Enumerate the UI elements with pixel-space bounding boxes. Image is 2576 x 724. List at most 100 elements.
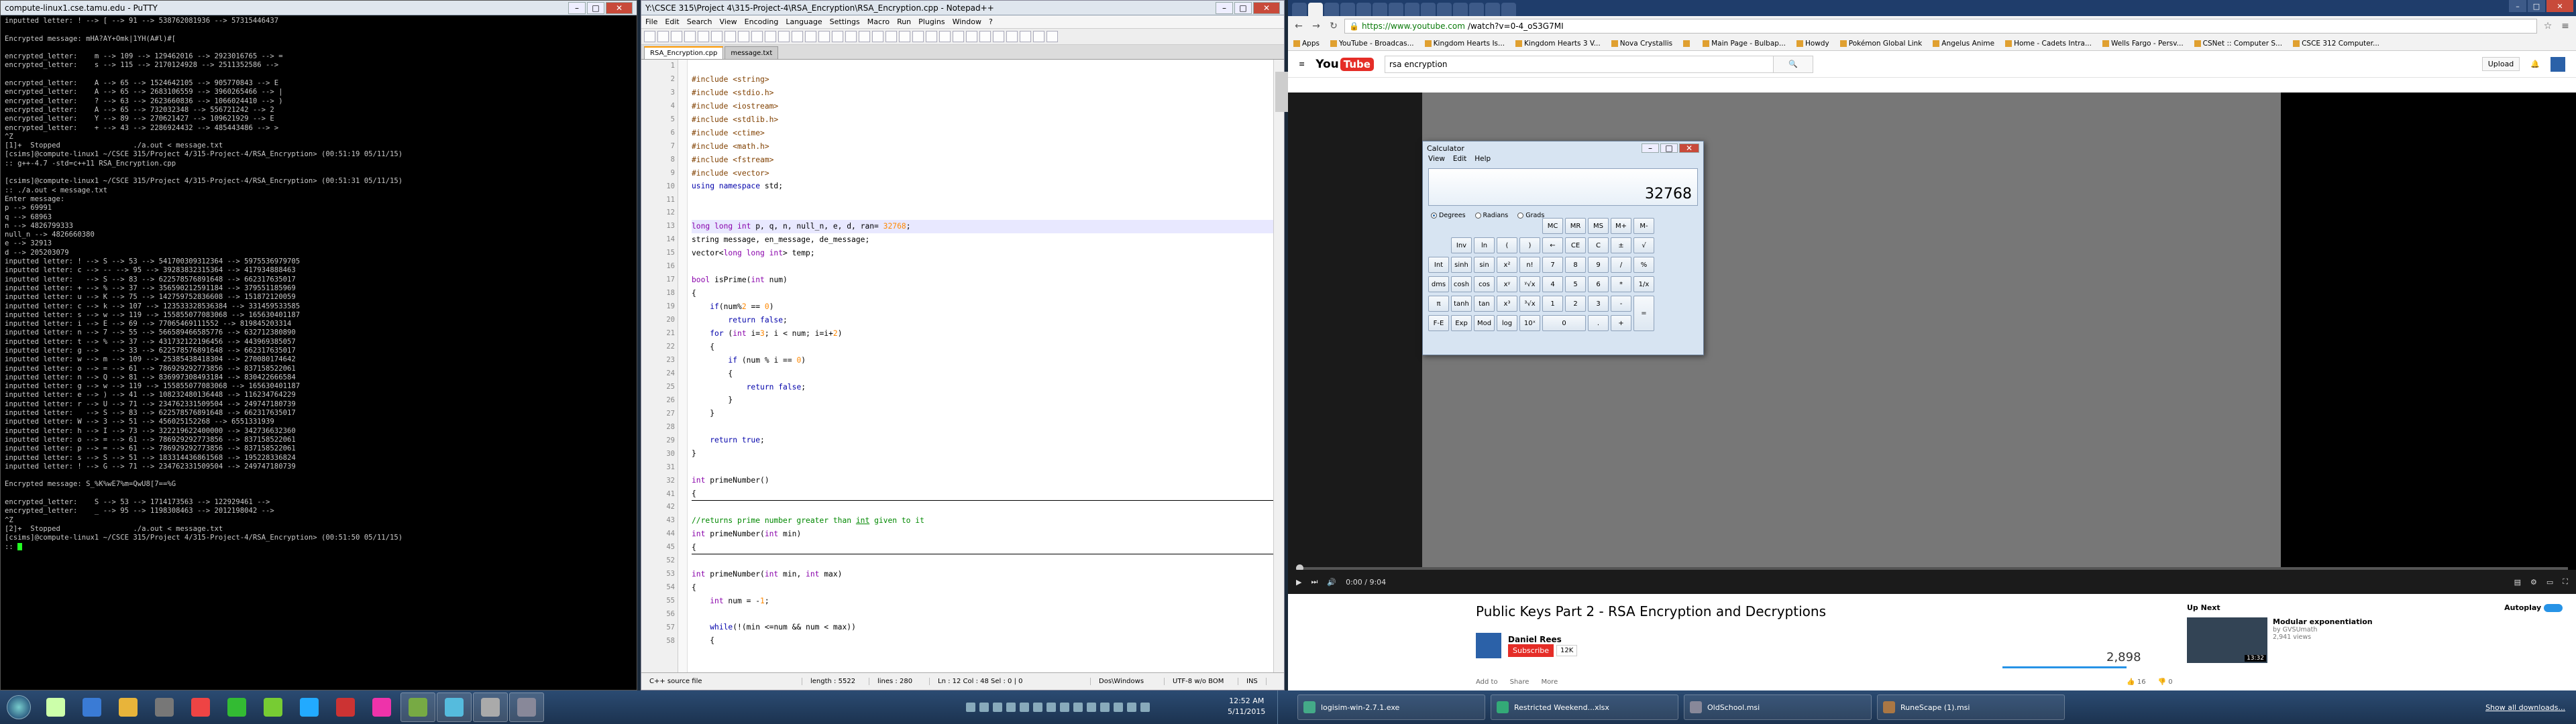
zoom-out-icon[interactable]	[845, 31, 857, 42]
editor-scrollbar[interactable]	[1273, 60, 1356, 672]
browser-tab[interactable]	[1453, 3, 1468, 16]
grads-radio[interactable]: Grads	[1517, 212, 1544, 219]
taskbar-console-icon[interactable]	[400, 692, 435, 722]
menu-item-plugins[interactable]: Plugins	[918, 17, 945, 26]
calc-key-m[interactable]: M-	[1633, 218, 1654, 234]
calc-key[interactable]: 9	[1588, 257, 1609, 273]
bookmark-item[interactable]: Home - Cadets Intra...	[2005, 40, 2092, 48]
taskbar-ie-icon[interactable]	[74, 692, 109, 722]
stop-icon[interactable]	[1006, 31, 1018, 42]
paste-icon[interactable]	[765, 31, 776, 42]
bookmark-item[interactable]: Pokémon Global Link	[1839, 40, 1922, 48]
calc-key[interactable]: =	[1633, 296, 1654, 331]
menu-edit[interactable]: Edit	[1453, 155, 1466, 166]
calc-key-m[interactable]: M+	[1611, 218, 1631, 234]
calc-key[interactable]: ln	[1474, 237, 1495, 253]
close-button[interactable]: ✕	[2546, 0, 2573, 12]
open-icon[interactable]	[657, 31, 669, 42]
menu-item-run[interactable]: Run	[897, 17, 911, 26]
calculator-window[interactable]: Calculator – □ ✕ View Edit Help 32768 De…	[1422, 141, 1704, 355]
browser-tab[interactable]	[1437, 3, 1452, 16]
calc-key[interactable]: ʸ√x	[1519, 276, 1540, 292]
browser-tab[interactable]	[1356, 3, 1371, 16]
calc-key[interactable]: x²	[1497, 257, 1517, 273]
calc-key[interactable]: x³	[1497, 296, 1517, 312]
menu-item-search[interactable]: Search	[687, 17, 712, 26]
calc-key[interactable]: Int	[1428, 257, 1449, 273]
taskbar-calc-icon[interactable]	[509, 692, 544, 722]
close-all-icon[interactable]	[711, 31, 722, 42]
calc-key[interactable]: log	[1497, 315, 1517, 331]
minimize-button[interactable]: –	[1216, 1, 1233, 14]
menu-item-help[interactable]: ?	[989, 17, 993, 26]
bookmark-item[interactable]: YouTube - Broadcas...	[1330, 40, 1414, 48]
calc-key[interactable]: π	[1428, 296, 1449, 312]
redo-icon[interactable]	[792, 31, 803, 42]
calc-key[interactable]: CE	[1565, 237, 1586, 253]
taskbar-utorrent-icon[interactable]	[219, 692, 254, 722]
calculator-titlebar[interactable]: Calculator – □ ✕	[1423, 141, 1703, 155]
minimize-button[interactable]: –	[1642, 143, 1659, 153]
calc-key[interactable]: C	[1588, 237, 1609, 253]
bookmark-item[interactable]: Main Page - Bulbap...	[1703, 40, 1786, 48]
monitor-icon[interactable]	[979, 31, 991, 42]
calc-key[interactable]: √	[1633, 237, 1654, 253]
taskbar-explorer-icon[interactable]	[38, 692, 73, 722]
calc-key[interactable]: 8	[1565, 257, 1586, 273]
tray-icon[interactable]	[1060, 703, 1069, 712]
tray-icon[interactable]	[1020, 703, 1029, 712]
putty-window[interactable]: compute-linux1.cse.tamu.edu - PuTTY – □ …	[0, 0, 637, 690]
bookmark-item[interactable]: Apps	[1293, 40, 1320, 48]
calc-key[interactable]: 6	[1588, 276, 1609, 292]
download-item[interactable]: Restricted Weekend...xlsx	[1491, 695, 1678, 720]
taskbar-putty-icon[interactable]	[473, 692, 508, 722]
taskbar-ssh-icon[interactable]	[437, 692, 472, 722]
indent-guide-icon[interactable]	[912, 31, 924, 42]
browser-tab[interactable]	[1485, 3, 1500, 16]
record-icon[interactable]	[993, 31, 1004, 42]
menu-item-macro[interactable]: Macro	[867, 17, 890, 26]
menu-item-settings[interactable]: Settings	[830, 17, 860, 26]
calc-key[interactable]: 10ˣ	[1519, 315, 1540, 331]
calc-key[interactable]: (	[1497, 237, 1517, 253]
undo-icon[interactable]	[778, 31, 790, 42]
calc-key[interactable]: Exp	[1451, 315, 1472, 331]
browser-tab[interactable]	[1501, 3, 1516, 16]
tray-icon[interactable]	[1140, 703, 1150, 712]
calc-key[interactable]: %	[1633, 257, 1654, 273]
fold-margin[interactable]	[678, 60, 688, 672]
calc-key[interactable]: sinh	[1451, 257, 1472, 273]
code-text[interactable]: #include <string> #include <stdio.h> #incl…	[688, 60, 1284, 672]
udl-icon[interactable]	[926, 31, 937, 42]
autoplay-toggle[interactable]	[2544, 604, 2563, 612]
tray-icon[interactable]	[1087, 703, 1096, 712]
tray-icon[interactable]	[1046, 703, 1056, 712]
theater-icon[interactable]: ▭	[2546, 578, 2553, 587]
bookmark-item[interactable]: Nova Crystallis	[1611, 40, 1672, 48]
youtube-logo[interactable]: You Tube	[1316, 57, 1374, 71]
calc-key[interactable]: +	[1611, 315, 1631, 331]
calc-key[interactable]: tan	[1474, 296, 1495, 312]
calc-key[interactable]: Inv	[1451, 237, 1472, 253]
replace-icon[interactable]	[818, 31, 830, 42]
radians-radio[interactable]: Radians	[1474, 212, 1508, 219]
tray-icon[interactable]	[993, 703, 1002, 712]
calc-key-ms[interactable]: MS	[1588, 218, 1609, 234]
new-icon[interactable]	[644, 31, 655, 42]
browser-tab[interactable]	[1324, 3, 1339, 16]
volume-icon[interactable]: 🔊	[1327, 578, 1336, 587]
tray-icon[interactable]	[1127, 703, 1136, 712]
calc-key[interactable]: .	[1588, 315, 1609, 331]
taskbar-acrobat-icon[interactable]	[292, 692, 327, 722]
function-list-icon[interactable]	[953, 31, 964, 42]
browser-tab[interactable]	[1405, 3, 1419, 16]
menu-icon[interactable]: ≡	[2559, 19, 2572, 33]
maximize-button[interactable]: □	[1234, 1, 1252, 14]
notepadpp-window[interactable]: Y:\CSCE 315\Project 4\315-Project-4\RSA_…	[641, 0, 1356, 690]
minimize-button[interactable]: –	[2509, 0, 2526, 12]
calc-key[interactable]: 0	[1542, 315, 1586, 331]
copy-icon[interactable]	[751, 31, 763, 42]
maximize-button[interactable]: □	[1660, 143, 1678, 153]
download-item[interactable]: RuneScape (1).msi	[1877, 695, 2065, 720]
taskbar-media-icon[interactable]	[147, 692, 182, 722]
